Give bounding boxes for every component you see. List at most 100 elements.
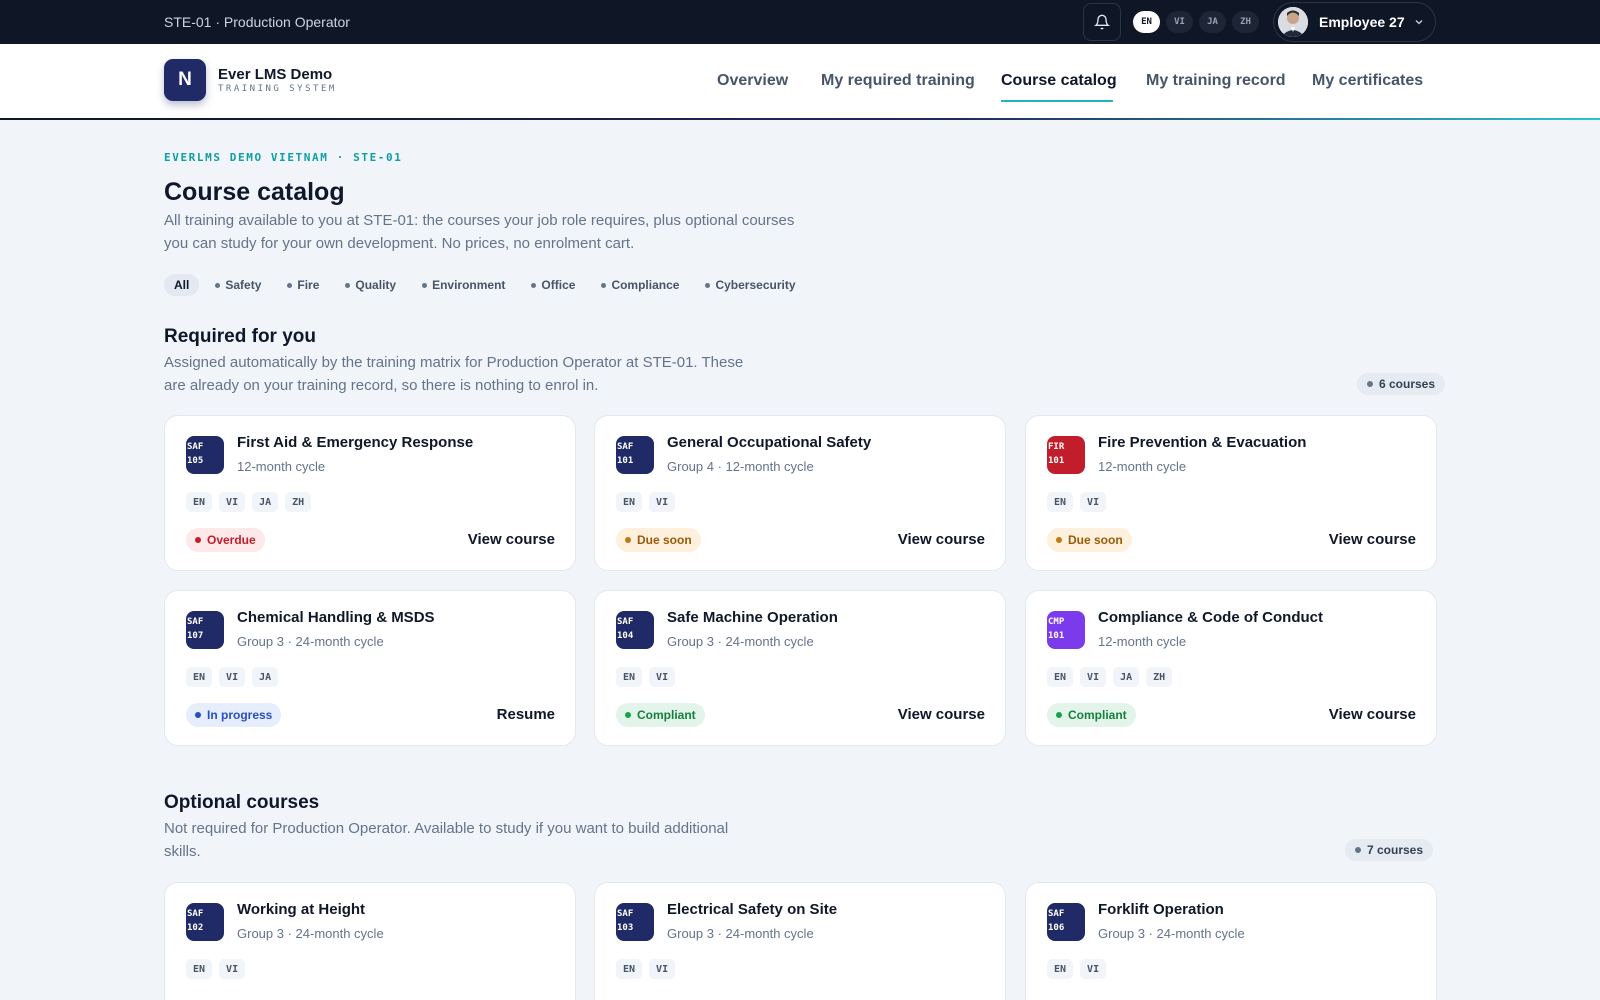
required-heading: Required for you [164, 326, 317, 347]
course-card[interactable]: SAF 101 General Occupational Safety Group 4… [594, 415, 1006, 571]
app-header: N Ever LMS Demo TRAINING SYSTEM Overview… [0, 44, 1600, 119]
filter-label: Environment [432, 278, 506, 292]
dot-icon [601, 282, 607, 288]
status-dot-icon [625, 712, 631, 718]
course-meta: Group 4 · 12-month cycle [667, 459, 814, 474]
bell-icon [1094, 14, 1110, 30]
dot-icon [345, 282, 351, 288]
dot-icon [1367, 381, 1373, 387]
app-logo[interactable]: N [164, 59, 206, 101]
language-tag: EN [616, 667, 643, 687]
filter-compliance[interactable]: Compliance [591, 274, 689, 296]
course-title: Forklift Operation [1098, 901, 1224, 918]
course-code-icon: FIR 101 [1047, 436, 1085, 474]
header-divider [0, 118, 1600, 120]
filter-office[interactable]: Office [521, 274, 585, 296]
course-languages: EN VI JA ZH [186, 492, 312, 512]
dot-icon [215, 282, 221, 288]
course-code-number: 104 [617, 631, 634, 641]
language-tag: EN [186, 492, 213, 512]
language-tag: EN [616, 492, 643, 512]
course-action-button[interactable]: View course [468, 531, 555, 548]
language-tag: JA [252, 492, 279, 512]
notifications-button[interactable] [1083, 3, 1121, 41]
filter-label: Cybersecurity [715, 278, 796, 292]
course-card[interactable]: CMP 101 Compliance & Code of Conduct 12-mon… [1025, 590, 1437, 746]
course-action-button[interactable]: Resume [497, 706, 555, 723]
course-card[interactable]: SAF 104 Safe Machine Operation Group 3 · 24… [594, 590, 1006, 746]
language-tag: EN [186, 959, 213, 979]
language-tag: EN [1047, 667, 1074, 687]
course-meta: Group 3 · 24-month cycle [667, 634, 814, 649]
filter-quality[interactable]: Quality [335, 274, 406, 296]
page-eyebrow: EVERLMS DEMO VIETNAM · STE-01 [164, 151, 403, 164]
course-code-prefix: SAF [617, 909, 634, 919]
course-code-prefix: SAF [1048, 909, 1065, 919]
course-title: First Aid & Emergency Response [237, 434, 474, 451]
course-card[interactable]: SAF 107 Chemical Handling & MSDS Group 3 · … [164, 590, 576, 746]
course-code-prefix: CMP [1048, 617, 1065, 627]
status-badge: In progress [186, 703, 282, 727]
nav-overview[interactable]: Overview [717, 72, 788, 90]
language-ja[interactable]: JA [1199, 11, 1226, 33]
status-badge: Due soon [1047, 528, 1132, 552]
filter-label: All [174, 278, 190, 292]
course-title: Fire Prevention & Evacuation [1098, 434, 1307, 451]
course-action-button[interactable]: View course [898, 706, 985, 723]
language-tag: VI [649, 492, 676, 512]
nav-course-catalog[interactable]: Course catalog [1001, 72, 1117, 90]
course-title: Compliance & Code of Conduct [1098, 609, 1323, 626]
filter-label: Office [541, 278, 576, 292]
required-description: Assigned automatically by the training m… [164, 354, 744, 394]
course-languages: EN VI [616, 667, 676, 687]
course-code-icon: SAF 102 [186, 903, 224, 941]
filter-all[interactable]: All [164, 274, 200, 296]
course-action-button[interactable]: View course [1329, 531, 1416, 548]
optional-description: Not required for Production Operator. Av… [164, 820, 729, 860]
optional-count-badge: 7 courses [1345, 839, 1434, 861]
language-zh[interactable]: ZH [1232, 11, 1259, 33]
filter-fire[interactable]: Fire [277, 274, 329, 296]
course-card[interactable]: SAF 106 Forklift Operation Group 3 · 24-mon… [1025, 882, 1437, 1000]
filter-safety[interactable]: Safety [205, 274, 271, 296]
active-nav-indicator [1001, 100, 1113, 102]
course-languages: EN VI [1047, 959, 1107, 979]
language-tag: VI [649, 959, 676, 979]
course-action-button[interactable]: View course [898, 531, 985, 548]
course-title: Chemical Handling & MSDS [237, 609, 435, 626]
filter-label: Safety [225, 278, 262, 292]
course-code-icon: SAF 107 [186, 611, 224, 649]
course-card[interactable]: FIR 101 Fire Prevention & Evacuation 12-mon… [1025, 415, 1437, 571]
nav-my-required-training[interactable]: My required training [821, 72, 975, 90]
status-badge: Compliant [616, 703, 705, 727]
language-tag: VI [219, 667, 246, 687]
filter-environment[interactable]: Environment [412, 274, 515, 296]
avatar [1278, 7, 1308, 37]
filter-cybersecurity[interactable]: Cybersecurity [695, 274, 805, 296]
filter-label: Fire [297, 278, 320, 292]
dot-icon [531, 282, 537, 288]
optional-heading: Optional courses [164, 792, 320, 813]
nav-my-training-record[interactable]: My training record [1146, 72, 1286, 90]
status-label: Due soon [637, 533, 692, 547]
course-card[interactable]: SAF 105 First Aid & Emergency Response 12-m… [164, 415, 576, 571]
language-en[interactable]: EN [1133, 11, 1160, 33]
filter-label: Quality [355, 278, 397, 292]
status-label: Compliant [637, 708, 696, 722]
language-vi[interactable]: VI [1166, 11, 1193, 33]
required-count: 6 courses [1379, 377, 1436, 391]
nav-my-certificates[interactable]: My certificates [1312, 72, 1423, 90]
course-languages: EN VI [186, 959, 246, 979]
user-menu-button[interactable]: Employee 27 [1273, 2, 1436, 42]
language-tag: VI [1080, 959, 1107, 979]
course-meta: 12-month cycle [1098, 459, 1187, 474]
course-action-button[interactable]: View course [1329, 706, 1416, 723]
course-code-icon: SAF 104 [616, 611, 654, 649]
course-code-prefix: SAF [187, 617, 204, 627]
language-tag: VI [1080, 667, 1107, 687]
course-code-number: 101 [1048, 631, 1065, 641]
course-code-prefix: FIR [1048, 442, 1065, 452]
course-card[interactable]: SAF 102 Working at Height Group 3 · 24-mont… [164, 882, 576, 1000]
status-label: Due soon [1068, 533, 1123, 547]
course-card[interactable]: SAF 103 Electrical Safety on Site Group 3 ·… [594, 882, 1006, 1000]
